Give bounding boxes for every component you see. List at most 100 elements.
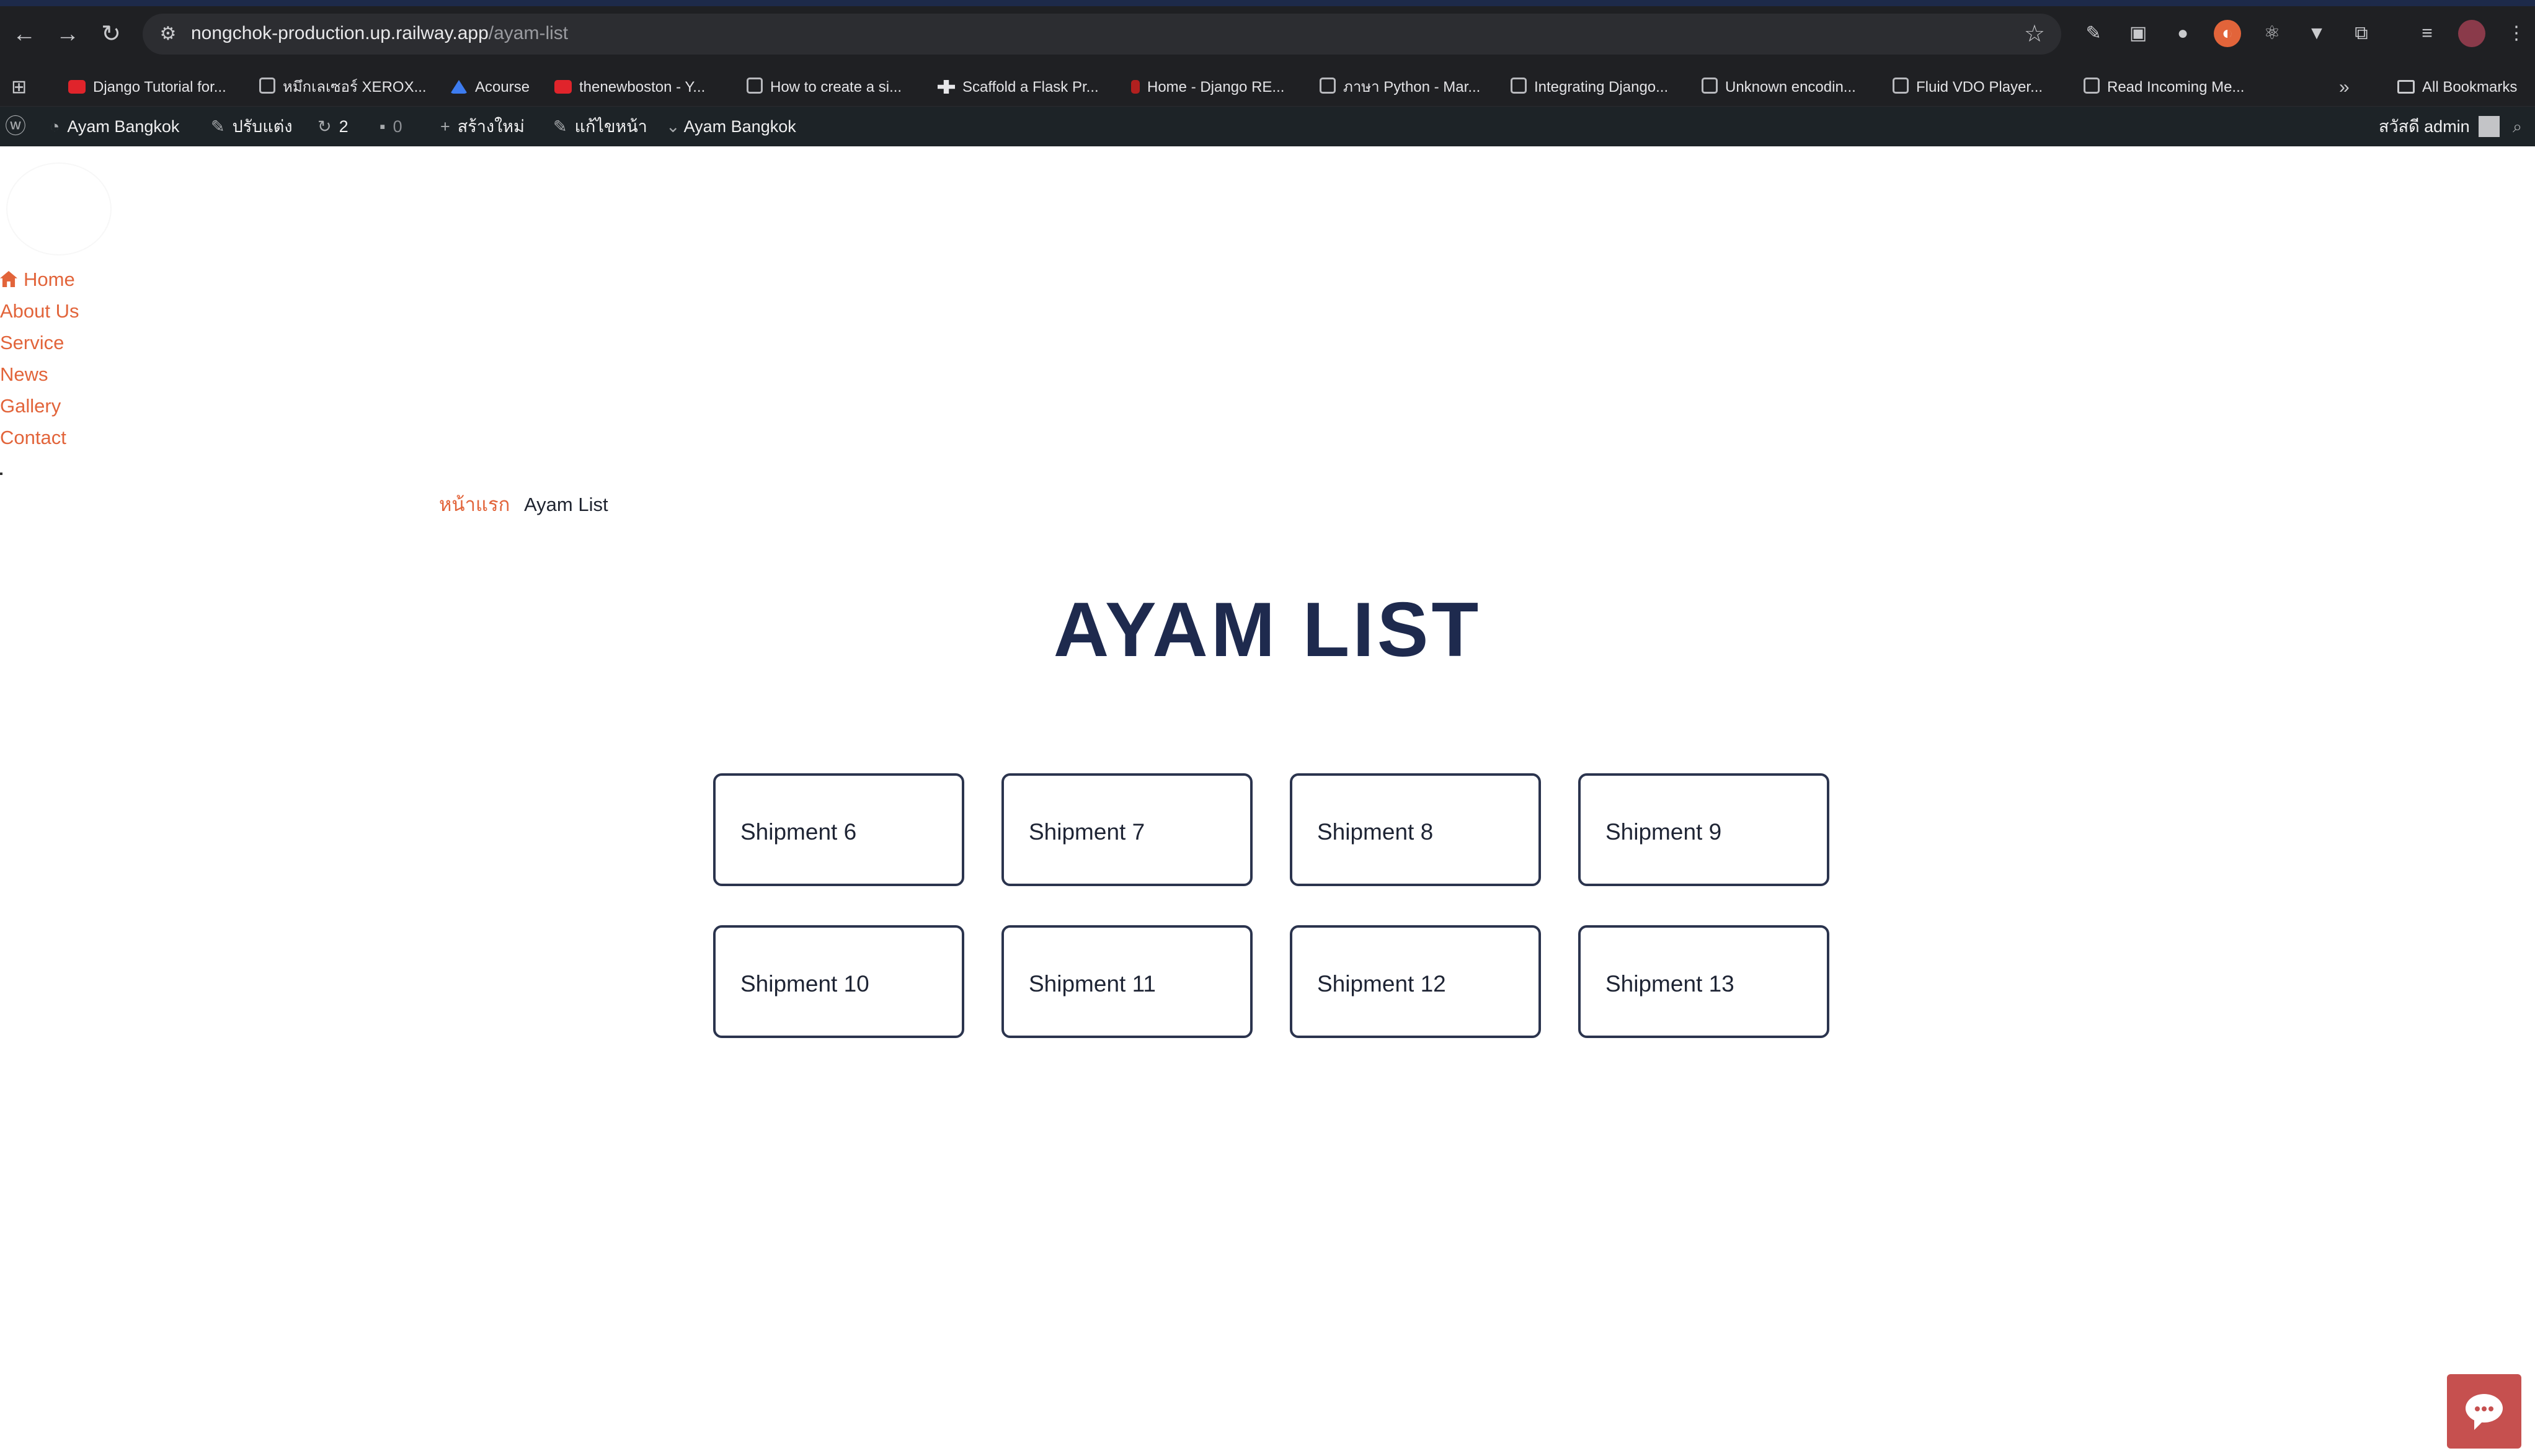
bookmark-item[interactable]: Scaffold a Flask Pr... (938, 77, 1099, 98)
admin-comments[interactable]: ▪ 0 (380, 115, 402, 138)
bookmark-star-icon[interactable]: ☆ (2024, 20, 2045, 48)
shipment-card[interactable]: Shipment 13 (1578, 925, 1829, 1038)
bookmark-label: Fluid VDO Player... (1916, 79, 2043, 95)
chat-extension-icon[interactable]: ▣ (2124, 20, 2152, 47)
bookmark-item[interactable]: Unknown encodin... (1702, 77, 1856, 98)
globe-icon (1893, 78, 1909, 94)
admin-new[interactable]: + สร้างใหม่ (440, 115, 525, 138)
folder-icon (2397, 80, 2415, 94)
admin-edit-page[interactable]: ✎ แก้ไขหน้า (553, 115, 647, 138)
profile-avatar[interactable] (2458, 20, 2485, 47)
globe-icon (259, 78, 275, 94)
comment-icon: ▪ (380, 117, 386, 136)
react-extension-icon[interactable]: ⚛ (2258, 20, 2286, 47)
dashboard-icon: ◔ (50, 117, 60, 136)
nav-service[interactable]: Service (0, 327, 79, 358)
wp-admin-bar: ⓦ ◔ Ayam Bangkok ✎ ปรับแต่ง ↻ 2 ▪ 0 + สร้างให… (0, 107, 2535, 146)
forward-arrow-icon[interactable]: → (53, 20, 82, 48)
bookmark-item[interactable]: Home - Django RE... (1131, 77, 1284, 98)
chat-widget-button[interactable] (2447, 1374, 2521, 1449)
admin-updates[interactable]: ↻ 2 (317, 115, 349, 138)
shipment-label: Shipment 13 (1605, 971, 1734, 997)
bookmark-label: Django Tutorial for... (93, 79, 226, 95)
globe-icon (1511, 78, 1527, 94)
bookmarks-bar: ⊞ Django Tutorial for... หมึกเลเซอร์ XER… (0, 68, 2535, 107)
new-label: สร้างใหม่ (457, 117, 525, 136)
shipment-card[interactable]: Shipment 7 (1001, 773, 1253, 886)
apps-grid-icon[interactable]: ⊞ (11, 77, 27, 98)
breadcrumb-home-link[interactable]: หน้าแรก (439, 494, 510, 515)
address-url[interactable]: nongchok-production.up.railway.app/ayam-… (191, 23, 568, 44)
shipment-card[interactable]: Shipment 9 (1578, 773, 1829, 886)
youtube-icon (554, 80, 572, 94)
wordpress-logo-icon[interactable]: ⓦ (5, 115, 33, 138)
all-bookmarks-folder[interactable]: All Bookmarks (2397, 77, 2517, 98)
globe-icon (1320, 78, 1336, 94)
site-logo[interactable] (6, 162, 112, 255)
edit-page-label: แก้ไขหน้า (574, 117, 647, 136)
browser-menu-icon[interactable]: ⋮ (2503, 20, 2530, 47)
more-bookmarks-chevron-icon[interactable]: » (2339, 77, 2350, 98)
home-icon (0, 271, 17, 287)
bookmark-item[interactable]: thenewboston - Y... (554, 77, 705, 98)
page-title: AYAM LIST (1053, 587, 1482, 673)
comments-count: 0 (393, 117, 402, 136)
shipment-card[interactable]: Shipment 11 (1001, 925, 1253, 1038)
bookmark-label: Home - Django RE... (1147, 79, 1285, 95)
updates-count: 2 (339, 117, 349, 136)
bookmark-item[interactable]: Read Incoming Me... (2084, 77, 2244, 98)
shipment-card[interactable]: Shipment 8 (1290, 773, 1541, 886)
bookmark-item[interactable]: Fluid VDO Player... (1893, 77, 2043, 98)
chat-dot (2475, 1406, 2480, 1411)
nav-about[interactable]: About Us (0, 295, 79, 327)
bookmark-item[interactable]: Integrating Django... (1511, 77, 1668, 98)
breadcrumb-current: Ayam List (524, 494, 608, 515)
youtube-icon (68, 80, 86, 94)
circle-extension-icon[interactable]: ● (2169, 20, 2196, 47)
url-host: nongchok-production.up.railway.app (191, 23, 489, 43)
plus-icon: + (440, 117, 450, 136)
shipment-card[interactable]: Shipment 12 (1290, 925, 1541, 1038)
nav-news[interactable]: News (0, 358, 79, 390)
search-icon[interactable]: ⌕ (2513, 115, 2522, 138)
admin-account[interactable]: สวัสดี admin (2379, 115, 2500, 138)
shipment-label: Shipment 10 (740, 971, 869, 997)
back-arrow-icon[interactable]: ← (10, 20, 38, 48)
puzzle-icon (938, 80, 955, 94)
updates-icon: ↻ (317, 117, 332, 136)
reading-list-icon[interactable]: ≡ (2413, 20, 2441, 47)
shipment-card[interactable]: Shipment 10 (713, 925, 964, 1038)
extensions-puzzle-icon[interactable]: ⧉ (2348, 20, 2375, 47)
avatar (2478, 116, 2500, 137)
shipment-label: Shipment 7 (1029, 819, 1145, 845)
bookmark-label: Acourse (475, 79, 530, 95)
vue-extension-icon[interactable]: ▼ (2303, 20, 2330, 47)
site-settings-icon[interactable]: ⚙ (155, 21, 181, 47)
bookmark-item[interactable]: Django Tutorial for... (68, 77, 226, 98)
pencil-icon: ✎ (553, 117, 567, 136)
site-name-label: Ayam Bangkok (67, 117, 180, 136)
chat-bubble-tail (2474, 1418, 2487, 1430)
bookmark-label: Read Incoming Me... (2107, 79, 2245, 95)
nav-home[interactable]: Home (0, 264, 79, 295)
nav-contact[interactable]: Contact (0, 422, 79, 453)
eyedropper-extension-icon[interactable]: ✎ (2080, 20, 2107, 47)
orange-extension-icon[interactable]: ◐ (2214, 20, 2241, 47)
bookmark-item[interactable]: How to create a si... (747, 77, 902, 98)
shipment-card[interactable]: Shipment 6 (713, 773, 964, 886)
bookmark-item[interactable]: ภาษา Python - Mar... (1320, 77, 1480, 98)
reload-icon[interactable]: ↻ (97, 20, 125, 48)
address-bar[interactable]: ⚙ nongchok-production.up.railway.app/aya… (143, 14, 2061, 55)
bookmark-icon (1131, 80, 1140, 94)
admin-customize[interactable]: ✎ ปรับแต่ง (211, 115, 293, 138)
bookmark-item[interactable]: Acourse (450, 77, 530, 98)
bookmark-label: thenewboston - Y... (579, 79, 706, 95)
nav-gallery[interactable]: Gallery (0, 390, 79, 422)
customize-label: ปรับแต่ง (232, 117, 293, 136)
bookmark-item[interactable]: หมึกเลเซอร์ XEROX... (259, 77, 427, 98)
all-bookmarks-label: All Bookmarks (2422, 79, 2518, 95)
nav-home-label: Home (24, 269, 75, 290)
admin-plugin-menu[interactable]: ⌄ Ayam Bangkok (666, 115, 796, 138)
globe-icon (747, 78, 763, 94)
admin-site-name[interactable]: ◔ Ayam Bangkok (50, 115, 179, 138)
